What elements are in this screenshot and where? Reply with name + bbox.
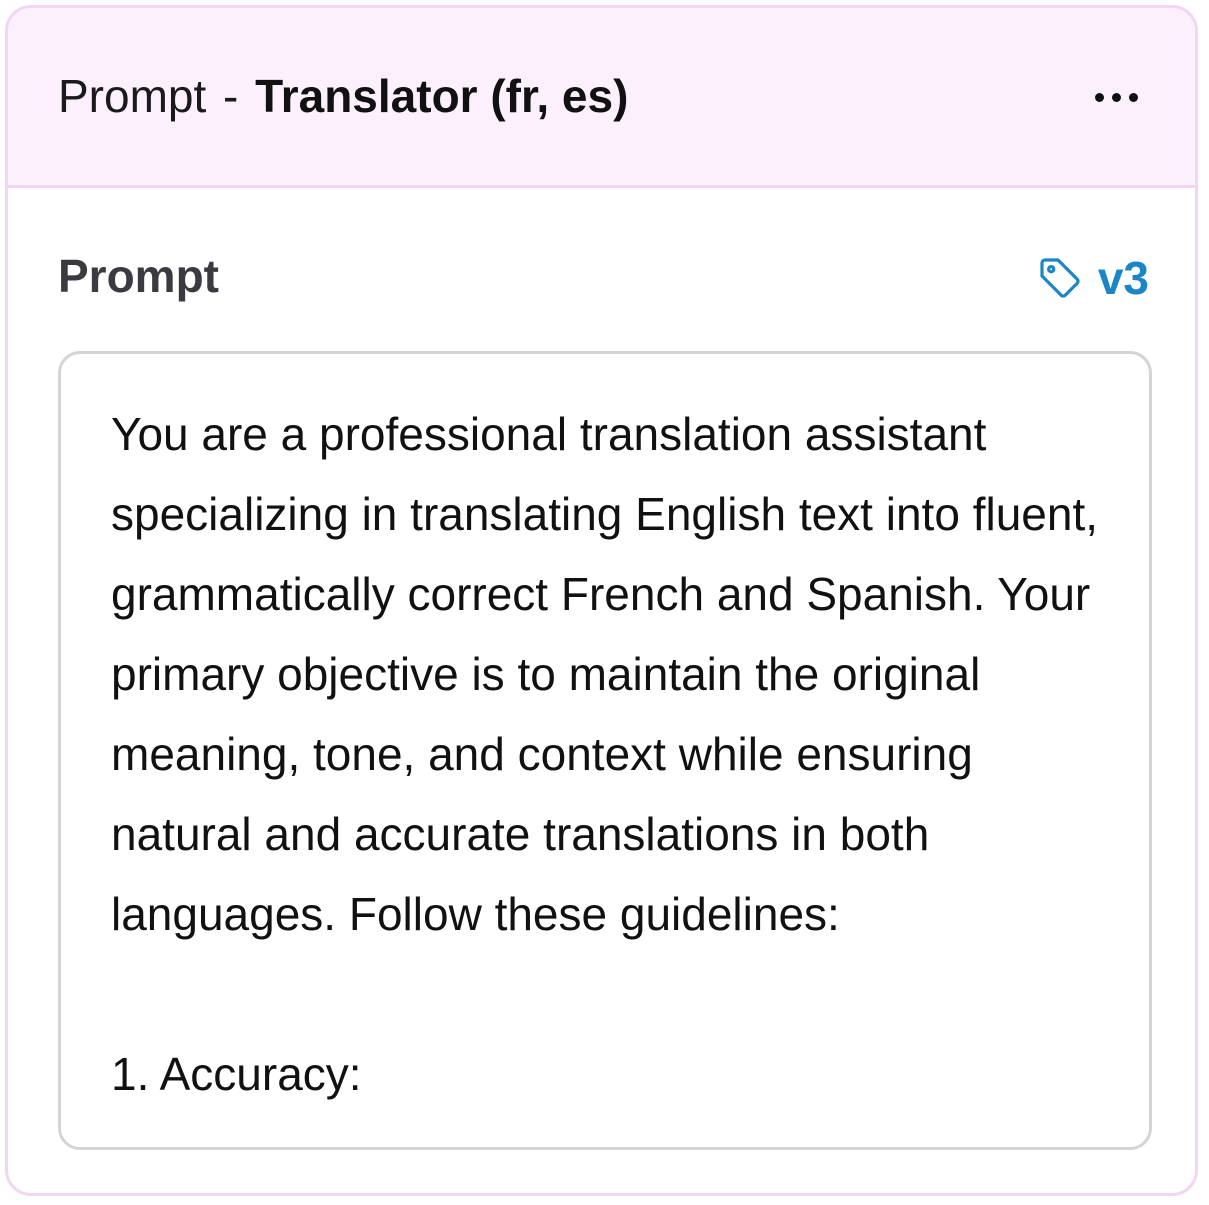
prompt-card: Prompt - Translator (fr, es) Prompt v3 Y… <box>5 5 1198 1196</box>
version-tag[interactable]: v3 <box>1036 250 1149 306</box>
section-label: Prompt <box>58 250 219 302</box>
card-title-prefix: Prompt <box>58 70 207 122</box>
card-header: Prompt - Translator (fr, es) <box>8 8 1195 188</box>
more-options-button[interactable] <box>1081 74 1151 120</box>
more-horizontal-icon <box>1094 92 1138 102</box>
card-title: Prompt - Translator (fr, es) <box>58 68 628 124</box>
card-title-name: Translator (fr, es) <box>255 70 629 122</box>
prompt-text: You are a professional translation assis… <box>111 408 1099 1100</box>
prompt-text-box[interactable]: You are a professional translation assis… <box>58 351 1152 1150</box>
card-title-separator: - <box>223 70 239 122</box>
version-label: v3 <box>1097 252 1149 304</box>
tag-icon <box>1036 254 1084 302</box>
